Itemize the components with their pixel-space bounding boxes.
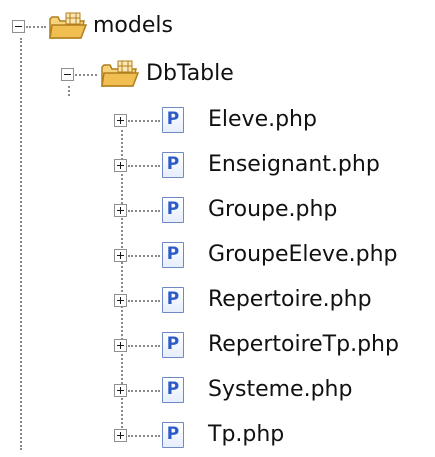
tree-connector [128,255,160,257]
tree-node-file[interactable]: P RepertoireTp.php [0,327,435,363]
php-file-icon: P [162,377,184,403]
expand-toggle[interactable] [114,429,127,442]
tree-node-label: Eleve.php [208,107,317,132]
project-tree: models DbTable P Eleve.php P Enseignant.… [0,0,435,457]
expand-toggle[interactable] [114,114,127,127]
tree-node-label: Tp.php [208,422,285,447]
tree-node-file[interactable]: P Repertoire.php [0,282,435,318]
php-file-icon: P [162,107,184,133]
collapse-toggle[interactable] [61,68,74,81]
tree-node-models[interactable]: models [0,8,435,44]
expand-toggle[interactable] [114,294,127,307]
collapse-toggle[interactable] [12,20,25,33]
php-file-icon: P [162,422,184,448]
tree-node-label: RepertoireTp.php [208,332,399,357]
package-folder-icon [101,60,140,87]
php-file-icon: P [162,152,184,178]
tree-connector [128,210,160,212]
tree-connector [128,300,160,302]
tree-node-file[interactable]: P GroupeEleve.php [0,237,435,273]
tree-connector [128,165,160,167]
expand-toggle[interactable] [114,249,127,262]
tree-connector [128,435,160,437]
tree-connector [26,26,46,28]
tree-node-label: models [93,13,173,38]
package-folder-icon [49,12,88,39]
tree-connector [128,390,160,392]
tree-connector [75,74,97,76]
tree-node-dbtable[interactable]: DbTable [0,56,435,92]
php-file-icon: P [162,242,184,268]
expand-toggle[interactable] [114,159,127,172]
tree-node-label: Repertoire.php [208,287,372,312]
tree-node-file[interactable]: P Eleve.php [0,102,435,138]
tree-node-file[interactable]: P Groupe.php [0,192,435,228]
expand-toggle[interactable] [114,384,127,397]
tree-node-file[interactable]: P Systeme.php [0,372,435,408]
tree-connector [128,120,160,122]
tree-connector [128,345,160,347]
tree-node-label: Enseignant.php [208,152,380,177]
tree-node-file[interactable]: P Tp.php [0,417,435,453]
php-file-icon: P [162,197,184,223]
tree-node-label: GroupeEleve.php [208,242,398,267]
php-file-icon: P [162,332,184,358]
tree-node-label: DbTable [146,61,234,86]
expand-toggle[interactable] [114,339,127,352]
expand-toggle[interactable] [114,204,127,217]
tree-node-file[interactable]: P Enseignant.php [0,147,435,183]
tree-node-label: Systeme.php [208,377,353,402]
tree-node-label: Groupe.php [208,197,338,222]
php-file-icon: P [162,287,184,313]
